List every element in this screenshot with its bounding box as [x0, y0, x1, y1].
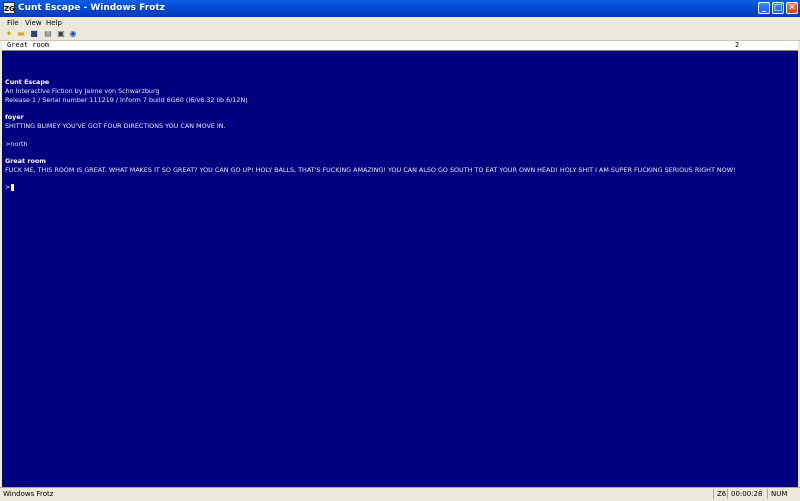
statusbar-num: NUM [767, 489, 800, 499]
save-icon[interactable]: ■ [30, 30, 38, 38]
help-icon[interactable]: ◉ [69, 30, 77, 38]
game-text-area[interactable]: Cunt Escape An Interactive Fiction by Ja… [2, 51, 798, 487]
room-name-foyer: foyer [5, 113, 24, 121]
statusbar-version: Z6 [713, 489, 727, 499]
maximize-button[interactable]: □ [772, 2, 784, 14]
room-description-foyer: SHITTING BLIMEY YOU'VE GOT FOUR DIRECTIO… [5, 122, 226, 130]
title-bar[interactable]: ZG Cunt Escape - Windows Frotz _ □ ✕ [0, 0, 800, 17]
menu-help[interactable]: Help [46, 18, 62, 29]
status-bar: Windows Frotz Z6 00:00:28 NUM [0, 487, 800, 501]
room-name-great-room: Great room [5, 157, 46, 165]
new-icon[interactable]: ✦ [5, 30, 13, 38]
game-release-info: Release 1 / Serial number 111219 / Infor… [5, 96, 248, 104]
player-command: >north [5, 140, 28, 148]
open-icon[interactable]: ▬ [17, 30, 25, 38]
game-byline: An Interactive Fiction by Jaime von Schw… [5, 87, 160, 95]
print-icon[interactable]: ▣ [57, 30, 65, 38]
room-description-great-room: FUCK ME, THIS ROOM IS GREAT. WHAT MAKES … [5, 166, 736, 174]
window-title: Cunt Escape - Windows Frotz [18, 3, 165, 13]
game-title: Cunt Escape [5, 78, 50, 86]
status-location: Great room [7, 41, 50, 49]
minimize-button[interactable]: _ [758, 2, 770, 14]
status-score: 2 [735, 41, 740, 49]
menu-file[interactable]: File [7, 18, 19, 29]
input-prompt[interactable]: > [5, 183, 15, 191]
prompt-symbol: > [5, 183, 11, 191]
toolbar: ✦ ▬ ■ ▤ ▣ ◉ [0, 29, 800, 41]
statusbar-text: Windows Frotz [3, 490, 54, 498]
statusbar-time: 00:00:28 [727, 489, 767, 499]
menu-bar: File View Help [0, 17, 800, 29]
game-status-line: Great room 2 [2, 41, 798, 51]
app-icon[interactable]: ZG [3, 2, 15, 14]
copy-icon[interactable]: ▤ [44, 30, 52, 38]
text-cursor [11, 183, 15, 191]
menu-view[interactable]: View [25, 18, 42, 29]
close-button[interactable]: ✕ [786, 2, 798, 14]
